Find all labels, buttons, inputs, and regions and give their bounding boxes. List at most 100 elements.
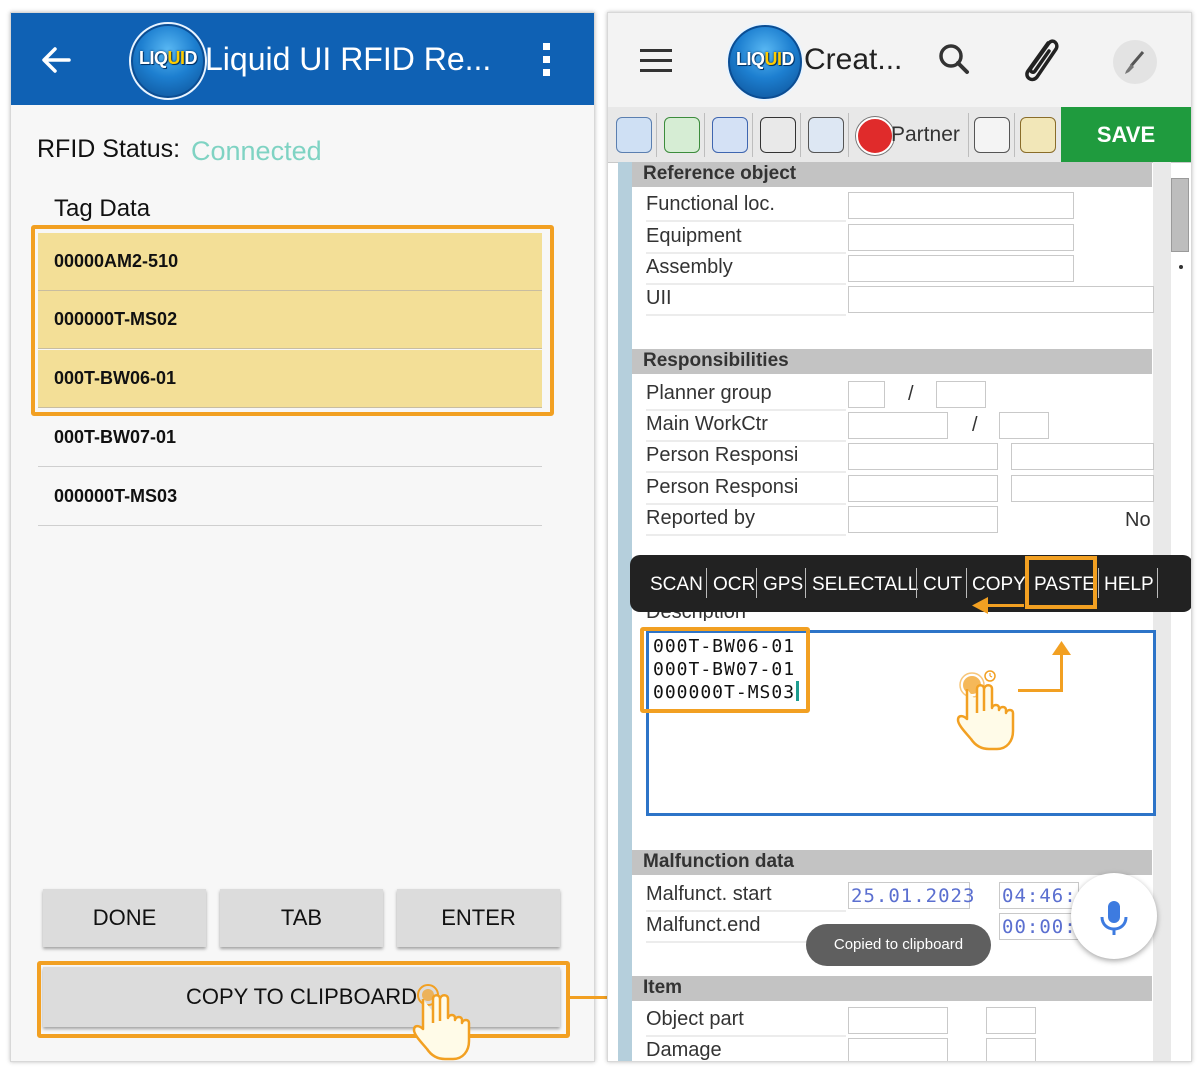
workctr-plant-input[interactable] <box>999 412 1049 439</box>
arrow-head-icon <box>972 597 988 614</box>
person-responsible-2-name[interactable] <box>1011 475 1154 502</box>
scan-menu-item[interactable]: SCAN <box>650 574 703 596</box>
pasted-text-highlight <box>640 627 810 713</box>
menu-separator <box>805 568 806 598</box>
planner-group-input[interactable] <box>848 381 885 408</box>
menu-separator <box>966 568 967 598</box>
tag-row[interactable]: 000T-BW07-01 <box>38 409 542 467</box>
notes-icon[interactable] <box>1020 117 1056 153</box>
selectall-menu-item[interactable]: SELECTALL <box>812 574 918 596</box>
overflow-menu-icon[interactable] <box>543 43 553 77</box>
toolbar-separator <box>968 113 969 157</box>
paperclip-icon[interactable] <box>1018 35 1062 85</box>
copy-menu-item[interactable]: COPY <box>972 574 1026 596</box>
assembly-label: Assembly <box>646 256 846 285</box>
enter-button[interactable]: ENTER <box>397 889 560 947</box>
flag-green-icon[interactable] <box>664 117 700 153</box>
reported-by-input[interactable] <box>848 506 998 533</box>
gps-menu-item[interactable]: GPS <box>763 574 803 596</box>
settings-circle[interactable] <box>1113 40 1157 84</box>
logo-text-b: UI <box>168 48 185 68</box>
toolbar-separator <box>656 113 657 157</box>
menu-separator <box>756 568 757 598</box>
hamburger-menu-icon[interactable] <box>640 49 672 79</box>
object-part-input[interactable] <box>848 1007 948 1034</box>
elbow-arrow <box>1018 689 1062 692</box>
damage-label: Damage <box>646 1039 846 1062</box>
liquid-ui-logo: LIQUID <box>726 23 804 101</box>
partner-label[interactable]: Partner <box>891 123 960 147</box>
damage-input[interactable] <box>848 1038 948 1062</box>
copied-toast: Copied to clipboard <box>806 924 991 966</box>
reported-by-label: Reported by <box>646 507 846 536</box>
screen-title: Creat... <box>804 43 902 77</box>
toolbar-separator <box>848 113 849 157</box>
person-responsible-input[interactable] <box>848 443 998 470</box>
malfunct-start-date-input[interactable]: 25.01.2023 <box>848 882 970 909</box>
tag-id: 000000T-MS03 <box>54 486 177 507</box>
help-menu-item[interactable]: HELP <box>1104 574 1154 596</box>
long-press-hand-icon <box>953 665 1023 751</box>
display-icon[interactable] <box>616 117 652 153</box>
toolbar-separator <box>752 113 753 157</box>
notification-label: No <box>1125 509 1151 532</box>
logo-text-a: LIQ <box>736 49 765 69</box>
toolbar-separator <box>800 113 801 157</box>
document-icon[interactable] <box>974 117 1010 153</box>
left-strip <box>618 162 632 1061</box>
uii-input[interactable] <box>848 286 1154 313</box>
save-button[interactable]: SAVE <box>1061 107 1191 162</box>
partner-icon[interactable] <box>856 117 894 155</box>
malfunct-start-time: 04:46: <box>1002 885 1077 907</box>
assembly-input[interactable] <box>848 255 1074 282</box>
cut-menu-item[interactable]: CUT <box>923 574 962 596</box>
search-icon[interactable] <box>938 43 970 75</box>
section-title: Item <box>643 977 682 999</box>
malfunct-end-time-input[interactable]: 00:00: <box>999 913 1079 940</box>
malfunct-start-date: 25.01.2023 <box>851 885 975 907</box>
functional-loc-label: Functional loc. <box>646 193 846 222</box>
malfunct-start-time-input[interactable]: 04:46: <box>999 882 1079 909</box>
menu-separator <box>1098 568 1099 598</box>
uii-label: UII <box>646 287 846 316</box>
voice-input-button[interactable] <box>1071 873 1157 959</box>
section-title: Responsibilities <box>643 350 789 372</box>
functional-loc-input[interactable] <box>848 192 1074 219</box>
done-button[interactable]: DONE <box>43 889 206 947</box>
damage-code-input[interactable] <box>986 1038 1036 1062</box>
planner-group-label: Planner group <box>646 382 846 411</box>
person-responsible-name[interactable] <box>1011 443 1154 470</box>
person-responsible-label: Person Responsi <box>646 444 846 473</box>
ocr-menu-item[interactable]: OCR <box>713 574 755 596</box>
planner-plant-input[interactable] <box>936 381 986 408</box>
main-workctr-input[interactable] <box>848 412 948 439</box>
person-responsible-2-input[interactable] <box>848 475 998 502</box>
menu-separator <box>706 568 707 598</box>
tap-hand-icon <box>409 983 479 1061</box>
sap-form-screen: LIQUID Creat... Partner <box>607 12 1192 1062</box>
rfid-status-label: RFID Status: <box>37 135 180 164</box>
back-arrow-icon[interactable] <box>39 43 73 77</box>
equipment-input[interactable] <box>848 224 1074 251</box>
scroll-dot <box>1179 265 1183 269</box>
tab-button[interactable]: TAB <box>220 889 383 947</box>
section-item: Item <box>632 976 1152 1001</box>
scrollbar-thumb[interactable] <box>1171 178 1189 252</box>
left-app-bar: LIQUID Liquid UI RFID Re... <box>11 13 594 105</box>
arrow-head-icon <box>1052 641 1071 655</box>
people-icon[interactable] <box>808 117 844 153</box>
refresh-icon[interactable] <box>712 117 748 153</box>
flag-checkered-icon[interactable] <box>760 117 796 153</box>
context-menu-bar: SCAN OCR GPS SELECTALL CUT COPY PASTE HE… <box>630 555 1192 612</box>
tag-row[interactable]: 000000T-MS03 <box>38 468 542 526</box>
section-reference-object: Reference object <box>632 162 1152 187</box>
rfid-app-screen: LIQUID Liquid UI RFID Re... RFID Status:… <box>10 12 595 1062</box>
object-part-code-input[interactable] <box>986 1007 1036 1034</box>
menu-separator <box>1157 568 1158 598</box>
app-title: Liquid UI RFID Re... <box>205 41 491 78</box>
rfid-status-value: Connected <box>191 136 322 167</box>
menu-separator <box>916 568 917 598</box>
toolbar-separator <box>1014 113 1015 157</box>
slash-separator: / <box>908 383 914 406</box>
paste-arrow <box>986 604 1024 607</box>
